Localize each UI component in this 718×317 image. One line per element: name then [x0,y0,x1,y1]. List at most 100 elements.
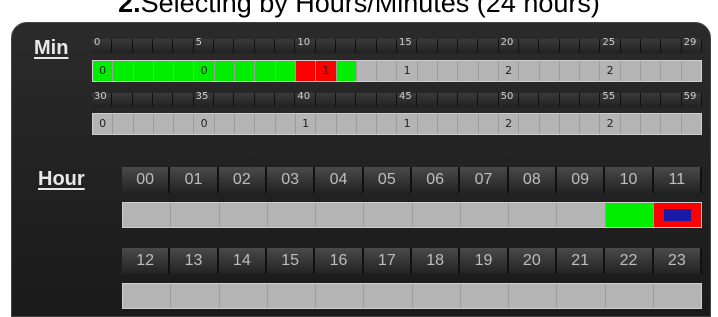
hour-header: 10 [605,167,654,193]
hour-cell[interactable] [557,284,606,308]
hour-cell[interactable] [605,203,654,227]
minute-cell[interactable]: 2 [498,61,520,81]
hour-cell[interactable] [316,203,365,227]
minute-cell[interactable]: 1 [316,61,337,81]
hour-header: 14 [218,248,267,274]
hour-cell[interactable] [605,284,654,308]
minute-cell[interactable]: 1 [397,114,418,134]
minute-cell[interactable] [580,61,601,81]
minute-cell[interactable] [113,61,134,81]
minute-cell[interactable] [235,114,256,134]
minute-cell[interactable] [255,61,276,81]
minute-cell[interactable] [417,61,439,81]
minute-cell[interactable] [458,61,479,81]
hour-cell[interactable] [123,203,172,227]
minute-cell[interactable] [255,114,276,134]
hour-cell[interactable] [509,284,558,308]
minute-cell[interactable]: 2 [498,114,520,134]
minute-cell[interactable] [559,114,581,134]
minute-tick [641,39,662,53]
minute-tick [376,93,397,107]
minute-cell[interactable] [539,61,560,81]
minute-cell[interactable] [275,114,296,134]
minute-cell[interactable]: 0 [194,114,215,134]
minute-tick [336,39,357,53]
hour-strip-row-1[interactable] [122,202,702,228]
minute-cell[interactable]: 0 [93,61,114,81]
minute-tick [275,39,296,53]
hour-cell[interactable] [316,284,365,308]
minute-tick [356,39,377,53]
minute-cell[interactable] [153,61,175,81]
minute-tick-label: 0 [94,37,101,48]
minute-tick-label: 5 [195,37,203,48]
minute-cell[interactable] [620,61,642,81]
minute-cell[interactable] [519,114,540,134]
hour-cell[interactable] [171,203,220,227]
minute-tick [661,39,682,53]
hour-cell[interactable] [653,284,701,308]
minute-cell[interactable]: 1 [295,114,317,134]
min-strip-row-2[interactable]: 0 0 1 1 2 2 [92,113,702,135]
minute-cell[interactable] [661,61,682,81]
minute-cell[interactable] [539,114,560,134]
minute-cell[interactable] [174,114,195,134]
minute-cell[interactable] [174,61,195,81]
minute-cell[interactable] [641,61,662,81]
minute-cell[interactable] [235,61,256,81]
hour-cell[interactable] [509,203,558,227]
hour-cell[interactable] [219,284,268,308]
hour-cell[interactable] [364,284,413,308]
minute-cell[interactable] [417,114,439,134]
minute-tick [437,93,458,107]
minute-cell[interactable] [458,114,479,134]
hour-cell[interactable] [460,284,509,308]
minute-cell[interactable] [641,114,662,134]
minute-cell[interactable] [559,61,581,81]
hour-cell[interactable] [557,203,606,227]
minute-cell[interactable] [275,61,296,81]
minute-cell[interactable] [113,114,134,134]
minute-cell[interactable] [214,61,236,81]
hour-cell[interactable] [267,203,316,227]
minute-cell[interactable]: 2 [600,114,621,134]
minute-cell[interactable] [133,61,154,81]
hour-cell[interactable] [171,284,220,308]
minute-cell[interactable] [356,61,378,81]
minute-cell[interactable] [681,114,701,134]
min-strip-row-1[interactable]: 0 0 1 1 2 2 [92,60,702,82]
hour-cell[interactable] [267,284,316,308]
minute-cell[interactable] [478,61,499,81]
minute-cell[interactable] [336,61,357,81]
hour-cell[interactable] [123,284,172,308]
minute-cell[interactable] [661,114,682,134]
minute-cell[interactable] [620,114,642,134]
minute-cell[interactable] [438,61,459,81]
minute-cell[interactable] [681,61,701,81]
hour-cell[interactable] [219,203,268,227]
minute-cell[interactable]: 2 [600,61,621,81]
minute-cell[interactable] [580,114,601,134]
minute-cell[interactable] [316,114,337,134]
minute-cell[interactable] [356,114,378,134]
minute-cell[interactable] [153,114,175,134]
minute-cell[interactable] [214,114,236,134]
hour-cell[interactable] [653,203,701,227]
minute-cell[interactable] [295,61,317,81]
hour-cell[interactable] [412,203,461,227]
minute-cell[interactable]: 1 [397,61,418,81]
hour-strip-row-2[interactable] [122,283,702,309]
minute-cell[interactable] [377,114,398,134]
minute-cell[interactable] [336,114,357,134]
minute-cell[interactable] [519,61,540,81]
minute-cell[interactable] [478,114,499,134]
minute-cell[interactable]: 0 [93,114,114,134]
minute-cell[interactable] [377,61,398,81]
minute-cell[interactable]: 0 [194,61,215,81]
minute-cell[interactable] [438,114,459,134]
hour-cell[interactable] [364,203,413,227]
hour-cell[interactable] [412,284,461,308]
minute-cell-mark: 0 [99,117,107,130]
minute-cell[interactable] [133,114,154,134]
hour-cell[interactable] [460,203,509,227]
